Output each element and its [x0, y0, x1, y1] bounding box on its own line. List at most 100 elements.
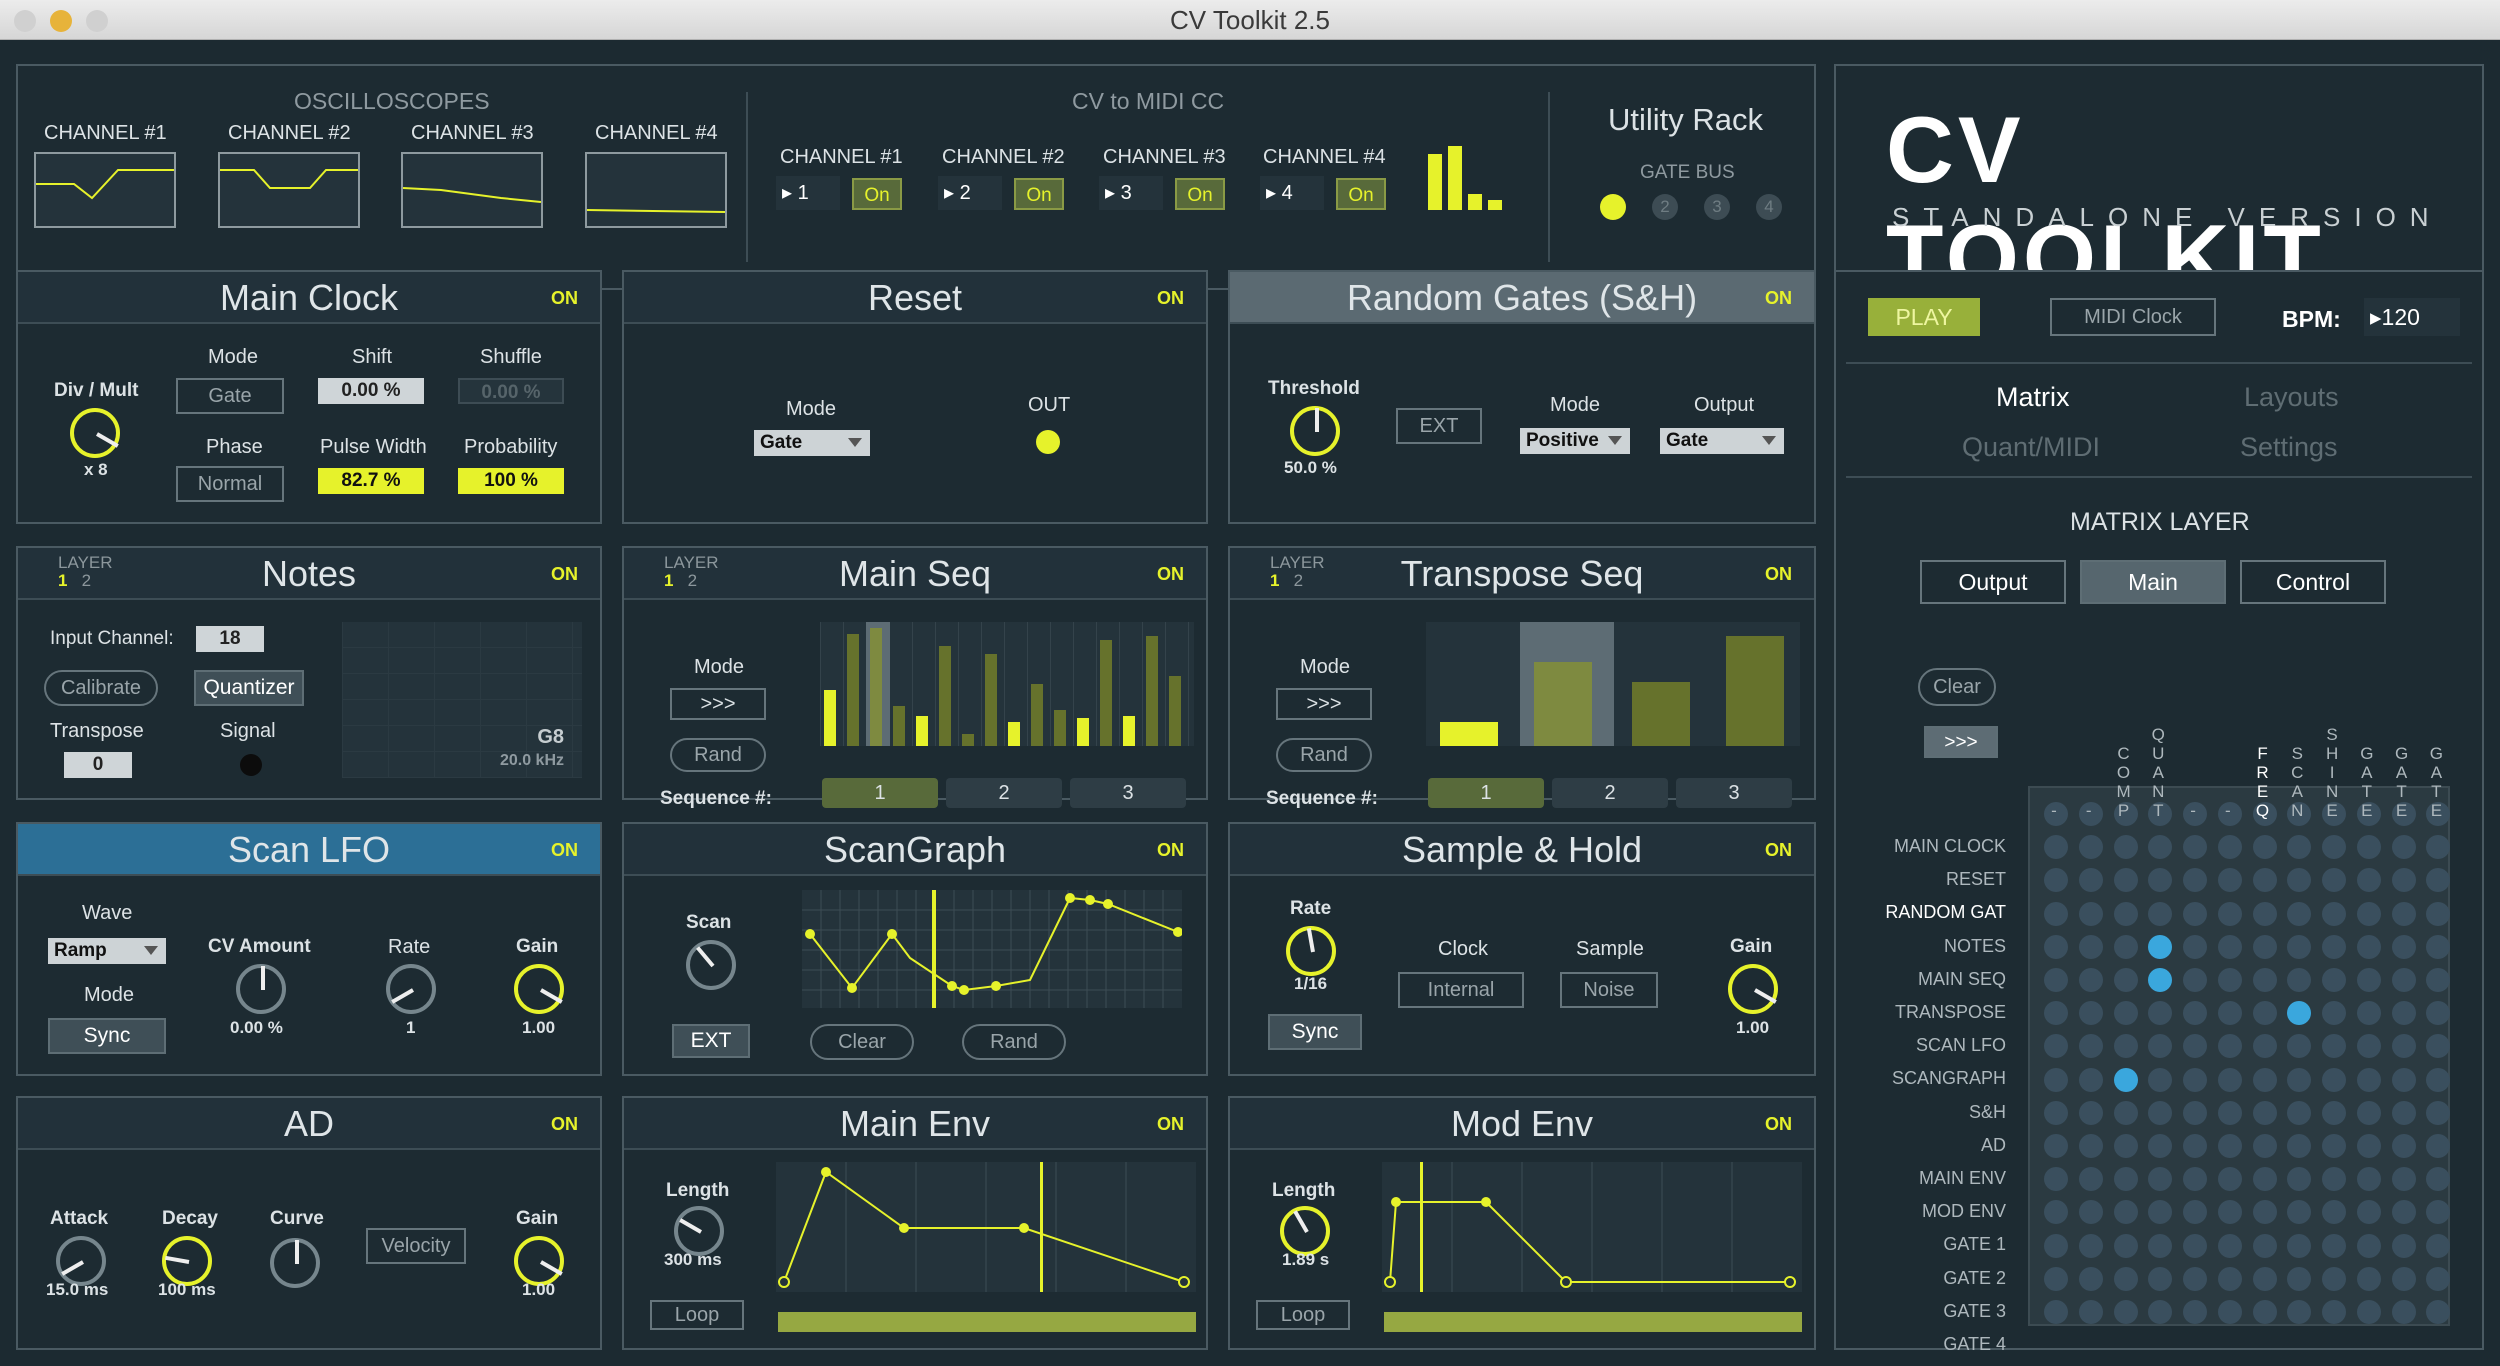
matrix-control-button[interactable]: Control — [2240, 560, 2386, 604]
rg-mode-dropdown[interactable]: Positive — [1520, 428, 1630, 454]
matrix-cell[interactable] — [2322, 901, 2347, 926]
matrix-cell[interactable] — [2217, 1233, 2242, 1258]
sh-gain-knob[interactable] — [1728, 964, 1778, 1014]
matrix-cell[interactable] — [2183, 835, 2208, 860]
matrix-cell[interactable] — [2148, 1300, 2173, 1324]
matrix-cell[interactable] — [2356, 1100, 2381, 1125]
matrix-cell[interactable] — [2044, 934, 2068, 959]
matrix-cell[interactable] — [2391, 1100, 2416, 1125]
matrix-cell[interactable] — [2426, 1134, 2451, 1158]
matrix-cell[interactable] — [2322, 1200, 2347, 1225]
calibrate-button[interactable]: Calibrate — [44, 670, 158, 706]
matrix-main-button[interactable]: Main — [2080, 560, 2226, 604]
matrix-cell[interactable] — [2356, 835, 2381, 860]
matrix-cell[interactable] — [2217, 968, 2242, 992]
matrix-cell[interactable] — [2391, 968, 2416, 992]
matrix-cell[interactable] — [2356, 1266, 2381, 1291]
main-seq-rand-button[interactable]: Rand — [670, 738, 766, 772]
matrix-cell[interactable] — [2113, 1001, 2138, 1026]
matrix-cell[interactable] — [2426, 1233, 2451, 1258]
main-seq-layer-selector[interactable]: LAYER 1 2 — [664, 554, 719, 590]
mod-env-display[interactable] — [1382, 1162, 1802, 1292]
matrix-cell[interactable] — [2148, 934, 2173, 959]
matrix-cell[interactable] — [2356, 1034, 2381, 1059]
matrix-output-button[interactable]: Output — [1920, 560, 2066, 604]
decay-knob[interactable] — [162, 1236, 212, 1286]
matrix-cell[interactable] — [2322, 1167, 2347, 1192]
notes-on-toggle[interactable]: ON — [551, 548, 578, 600]
ad-gain-knob[interactable] — [514, 1236, 564, 1286]
matrix-cell[interactable] — [2044, 1200, 2068, 1225]
matrix-cell[interactable] — [2078, 1233, 2103, 1258]
matrix-cell[interactable] — [2287, 835, 2312, 860]
matrix-cell[interactable] — [2252, 1034, 2277, 1059]
cvmidi-ch2-on-button[interactable]: On — [1014, 178, 1064, 210]
main-seq-steps-display[interactable] — [820, 622, 1194, 746]
matrix-cell[interactable] — [2183, 1200, 2208, 1225]
input-channel-value[interactable]: 18 — [196, 626, 264, 652]
matrix-cell[interactable] — [2356, 1233, 2381, 1258]
matrix-cell[interactable] — [2252, 1100, 2277, 1125]
matrix-cell[interactable] — [2391, 835, 2416, 860]
cvmidi-ch2-number[interactable]: ▸ 2 — [938, 176, 1002, 210]
matrix-cell[interactable] — [2252, 1001, 2277, 1026]
main-env-on-toggle[interactable]: ON — [1157, 1098, 1184, 1150]
matrix-cell[interactable] — [2044, 901, 2068, 926]
matrix-cell[interactable] — [2322, 968, 2347, 992]
ad-on-toggle[interactable]: ON — [551, 1098, 578, 1150]
matrix-cell[interactable] — [2391, 1034, 2416, 1059]
matrix-cell[interactable] — [2183, 1067, 2208, 1092]
matrix-cell[interactable] — [2044, 868, 2068, 893]
cvmidi-ch3-number[interactable]: ▸ 3 — [1099, 176, 1163, 210]
tab-settings[interactable]: Settings — [2240, 432, 2338, 463]
matrix-cell[interactable] — [2148, 1034, 2173, 1059]
matrix-cell[interactable] — [2391, 1266, 2416, 1291]
matrix-cell[interactable] — [2287, 1034, 2312, 1059]
cvmidi-ch3-on-button[interactable]: On — [1175, 178, 1225, 210]
matrix-cell[interactable] — [2078, 1034, 2103, 1059]
matrix-cell[interactable] — [2287, 1266, 2312, 1291]
matrix-cell[interactable] — [2217, 1266, 2242, 1291]
cvmidi-ch4-number[interactable]: ▸ 4 — [1260, 176, 1324, 210]
matrix-cell[interactable] — [2044, 968, 2068, 992]
matrix-cell[interactable] — [2426, 868, 2451, 893]
matrix-cell[interactable] — [2217, 1067, 2242, 1092]
matrix-cell[interactable] — [2044, 1266, 2068, 1291]
scan-lfo-on-toggle[interactable]: ON — [551, 824, 578, 876]
matrix-cell[interactable] — [2426, 934, 2451, 959]
transpose-seq-rand-button[interactable]: Rand — [1276, 738, 1372, 772]
matrix-cell[interactable] — [2287, 1067, 2312, 1092]
matrix-cell[interactable] — [2322, 1233, 2347, 1258]
matrix-cell[interactable] — [2252, 835, 2277, 860]
matrix-cell[interactable] — [2287, 1300, 2312, 1324]
gate-bus-1[interactable]: 1 — [1600, 194, 1626, 220]
lfo-rate-knob[interactable] — [386, 964, 436, 1014]
matrix-cell[interactable] — [2252, 1067, 2277, 1092]
main-seq-sequence-3[interactable]: 3 — [1070, 778, 1186, 808]
matrix-cell[interactable] — [2322, 1100, 2347, 1125]
matrix-cell[interactable] — [2148, 1100, 2173, 1125]
matrix-cell[interactable] — [2426, 1300, 2451, 1324]
matrix-cell[interactable] — [2217, 901, 2242, 926]
clock-mode-button[interactable]: Gate — [176, 378, 284, 414]
shift-value[interactable]: 0.00 % — [318, 378, 424, 404]
matrix-clear-button[interactable]: Clear — [1918, 668, 1996, 706]
matrix-cell[interactable] — [2322, 1266, 2347, 1291]
matrix-cell[interactable] — [2252, 1167, 2277, 1192]
matrix-cell[interactable] — [2356, 968, 2381, 992]
cv-amount-knob[interactable] — [236, 964, 286, 1014]
matrix-arrow-button[interactable]: >>> — [1924, 726, 1998, 758]
matrix-cell[interactable] — [2183, 1134, 2208, 1158]
reset-on-toggle[interactable]: ON — [1157, 272, 1184, 324]
matrix-cell[interactable] — [2078, 1100, 2103, 1125]
lfo-gain-knob[interactable] — [514, 964, 564, 1014]
matrix-cell[interactable] — [2391, 1300, 2416, 1324]
zoom-window-icon[interactable] — [86, 10, 108, 32]
matrix-cell[interactable] — [2252, 968, 2277, 992]
matrix-cell[interactable] — [2113, 901, 2138, 926]
matrix-cell[interactable] — [2148, 1233, 2173, 1258]
matrix-cell[interactable] — [2322, 835, 2347, 860]
matrix-cell[interactable] — [2148, 835, 2173, 860]
lfo-sync-button[interactable]: Sync — [48, 1018, 166, 1054]
matrix-cell[interactable] — [2356, 868, 2381, 893]
